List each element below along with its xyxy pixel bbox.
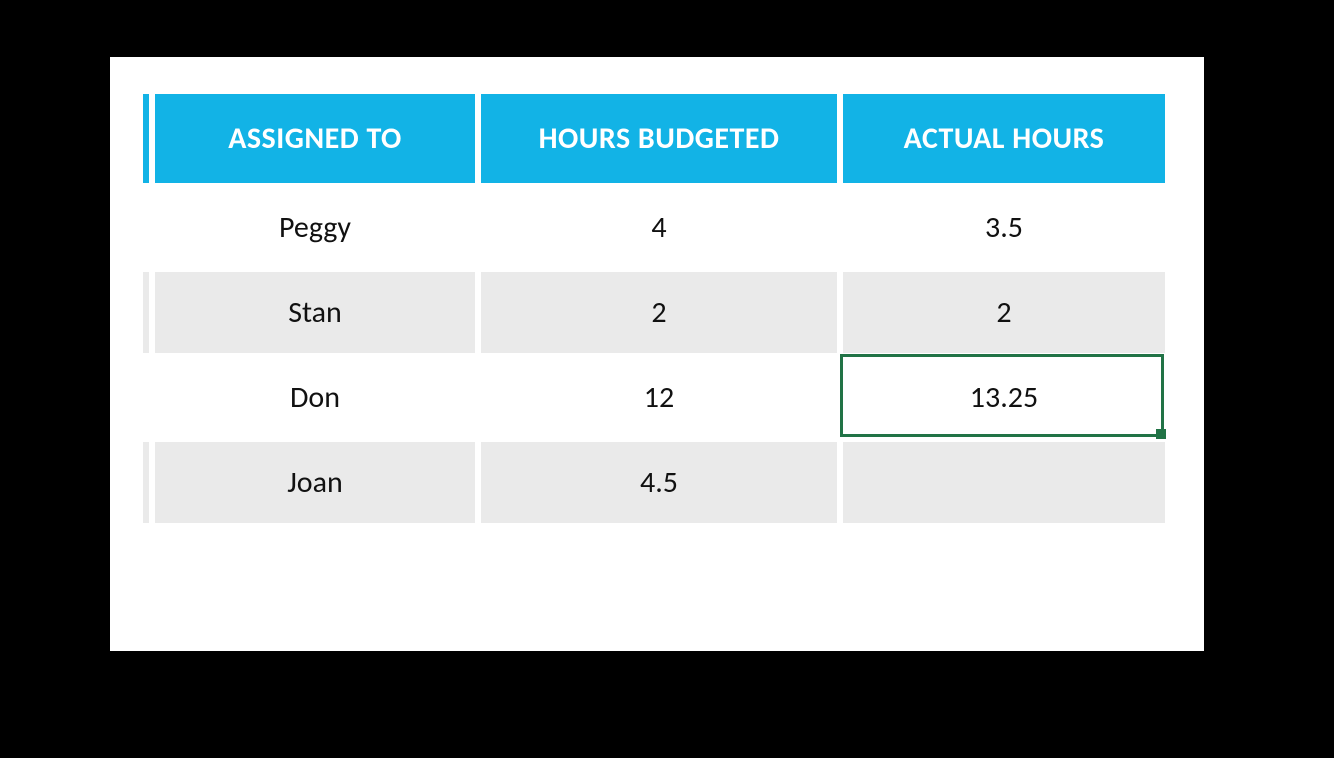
cell-assigned-to[interactable]: Stan <box>155 272 475 353</box>
cell-type[interactable]: ıent <box>143 442 149 523</box>
table-row: ıt Peggy 4 3.5 <box>143 187 1165 268</box>
table-row: ı Don 12 13.25 <box>143 357 1165 438</box>
viewport: TYPE ASSIGNED TO HOURS BUDGETED ACTUAL H… <box>143 90 1171 591</box>
cell-type[interactable] <box>143 272 149 353</box>
cell-assigned-to[interactable]: Peggy <box>155 187 475 268</box>
cell-assigned-to[interactable]: Joan <box>155 442 475 523</box>
table-row: Stan 2 2 <box>143 272 1165 353</box>
cell-type[interactable]: ı <box>143 357 149 438</box>
cell-hours-budgeted[interactable]: 4.5 <box>481 442 837 523</box>
cell-actual-hours[interactable]: 2 <box>843 272 1165 353</box>
cell-type[interactable] <box>143 527 149 571</box>
col-header-assigned-to[interactable]: ASSIGNED TO <box>155 94 475 183</box>
stage: TYPE ASSIGNED TO HOURS BUDGETED ACTUAL H… <box>0 0 1334 758</box>
cell-actual-hours[interactable]: 13.25 <box>843 357 1165 438</box>
col-header-hours-budgeted[interactable]: HOURS BUDGETED <box>481 94 837 183</box>
col-header-type[interactable]: TYPE <box>143 94 149 183</box>
spreadsheet-table: TYPE ASSIGNED TO HOURS BUDGETED ACTUAL H… <box>143 90 1171 575</box>
table-row <box>143 527 1165 571</box>
cell-actual-hours[interactable] <box>843 442 1165 523</box>
cell-assigned-to[interactable]: Don <box>155 357 475 438</box>
col-header-actual-hours[interactable]: ACTUAL HOURS <box>843 94 1165 183</box>
cell-actual-hours[interactable]: 3.5 <box>843 187 1165 268</box>
cell-actual-hours[interactable] <box>843 527 1165 571</box>
cell-assigned-to[interactable] <box>155 527 475 571</box>
cell-hours-budgeted[interactable]: 4 <box>481 187 837 268</box>
cell-type[interactable]: ıt <box>143 187 149 268</box>
table-row: ıent Joan 4.5 <box>143 442 1165 523</box>
table-header-row: TYPE ASSIGNED TO HOURS BUDGETED ACTUAL H… <box>143 94 1165 183</box>
cell-hours-budgeted[interactable]: 12 <box>481 357 837 438</box>
cell-hours-budgeted[interactable]: 2 <box>481 272 837 353</box>
cell-hours-budgeted[interactable] <box>481 527 837 571</box>
spreadsheet-card: TYPE ASSIGNED TO HOURS BUDGETED ACTUAL H… <box>110 57 1204 651</box>
